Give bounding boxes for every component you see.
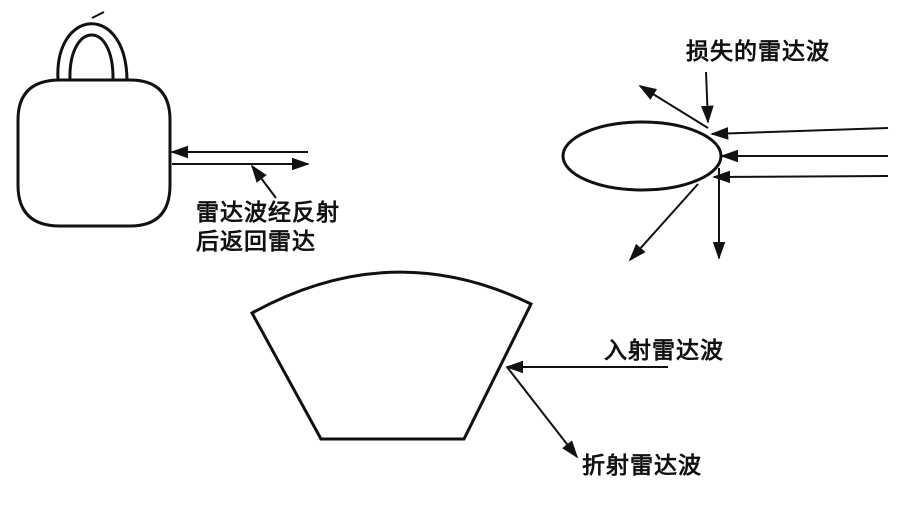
reflected-wave-label-line2: 后返回雷达 — [196, 229, 316, 255]
incoming-wave-bottom — [712, 170, 889, 184]
box-handle-tip — [91, 11, 105, 19]
radar-wave-diagram — [16, 11, 889, 459]
reflected-wave-lines — [170, 145, 310, 199]
rounded-box-shape — [16, 11, 172, 228]
lost-wave-label: 损失的雷达波 — [686, 39, 830, 65]
ellipse-shape — [561, 120, 723, 192]
refracted-wave-line — [506, 366, 579, 459]
incident-wave-label: 入射雷达波 — [604, 338, 724, 364]
refracted-wave-label: 折射雷达波 — [582, 453, 702, 479]
trapezoid-body — [249, 270, 534, 441]
trapezoid-shape — [249, 270, 534, 441]
reflected-label-pointer — [250, 164, 277, 199]
deflected-wave-down-left — [628, 183, 699, 262]
reflected-wave-label-line1: 雷达波经反射 — [196, 200, 340, 226]
incoming-wave-top — [710, 127, 889, 140]
lost-wave-lines — [628, 71, 889, 262]
refraction-wave-lines — [505, 360, 668, 459]
lost-label-pointer — [701, 71, 714, 124]
ellipse-body — [561, 120, 723, 192]
rounded-box-body — [16, 78, 172, 228]
box-handle-outer — [56, 22, 129, 81]
box-handle-inner — [68, 33, 115, 81]
